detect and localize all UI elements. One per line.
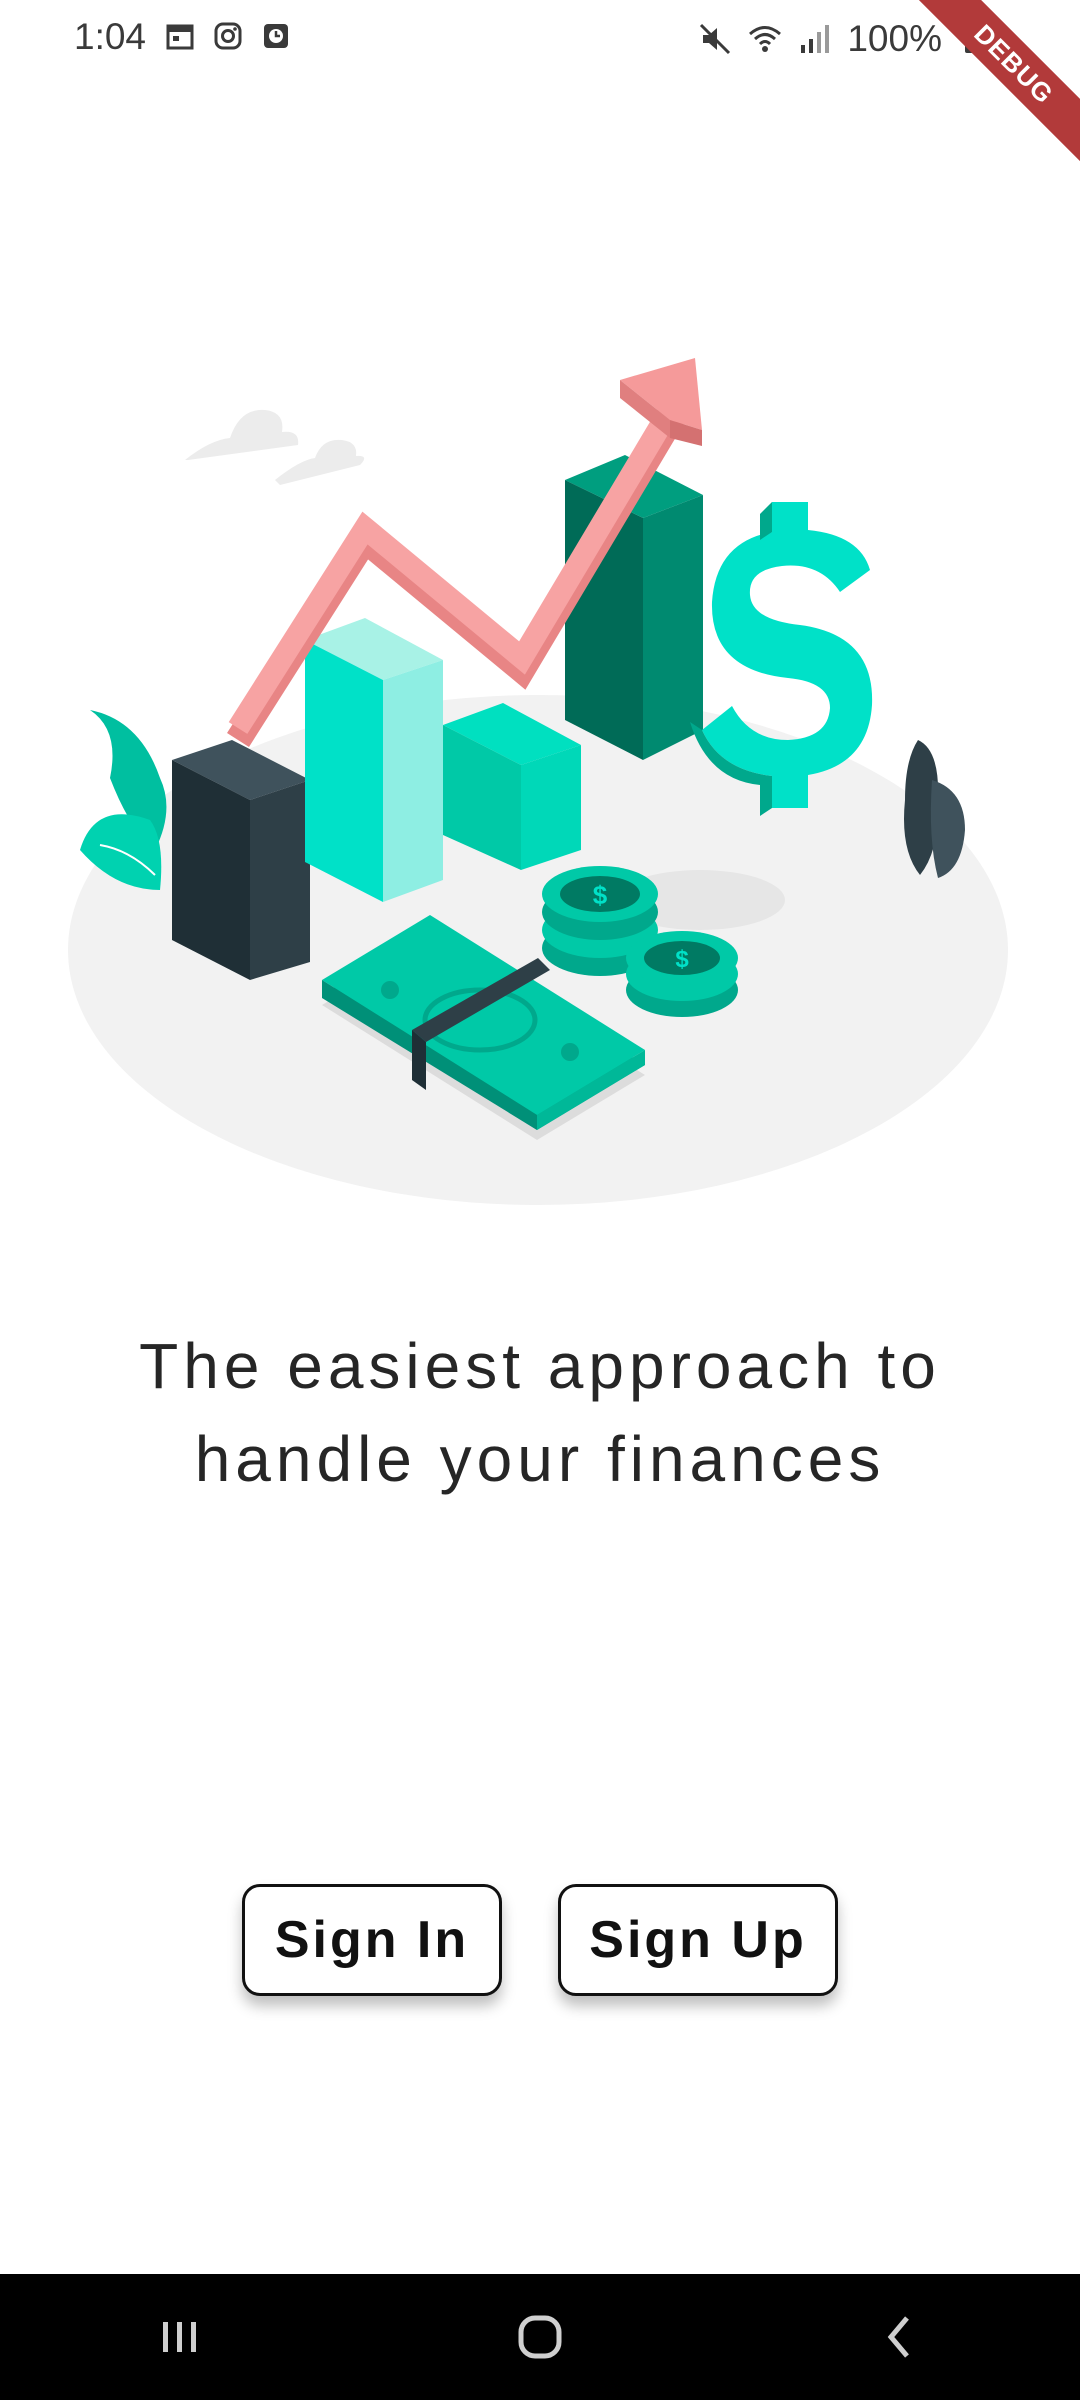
battery-percentage: 100% xyxy=(847,18,942,59)
home-icon[interactable] xyxy=(505,2302,575,2372)
signal-icon xyxy=(801,25,830,53)
svg-text:$: $ xyxy=(593,880,608,910)
status-time: 1:04 xyxy=(74,16,147,57)
back-icon[interactable] xyxy=(865,2302,935,2372)
system-nav-bar xyxy=(0,2274,1080,2400)
instagram-icon xyxy=(214,22,242,50)
calendar-icon xyxy=(166,24,194,50)
coin-stack-icon: $ xyxy=(626,931,738,1017)
mute-icon xyxy=(700,23,731,55)
sign-up-button[interactable]: Sign Up xyxy=(558,1884,838,1996)
bar-turquoise xyxy=(305,618,443,902)
status-notification-icons xyxy=(164,20,292,52)
headline-line-1: The easiest approach to xyxy=(139,1330,941,1402)
status-bar: 1:04 100% xyxy=(0,0,1080,78)
wifi-icon xyxy=(749,26,782,52)
clock-app-icon xyxy=(264,24,288,48)
bar-dark xyxy=(172,740,310,980)
sign-in-button[interactable]: Sign In xyxy=(242,1884,502,1996)
headline-line-2: handle your finances xyxy=(194,1423,886,1495)
plant-icon xyxy=(904,740,965,878)
finance-growth-illustration: $ $ xyxy=(68,358,1008,1205)
headline: The easiest approach to handle your fina… xyxy=(0,1320,1080,1506)
recents-icon[interactable] xyxy=(145,2302,215,2372)
plant-icon xyxy=(80,710,167,890)
svg-text:$: $ xyxy=(675,946,689,973)
cloud-icon xyxy=(185,409,365,485)
